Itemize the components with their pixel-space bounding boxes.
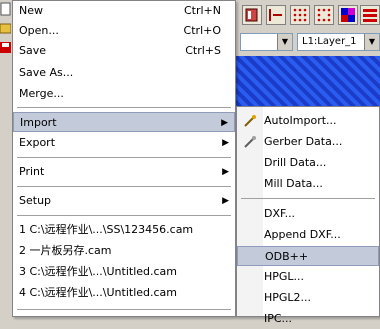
menu-separator	[17, 186, 231, 187]
toolbar-button-3[interactable]	[290, 5, 310, 25]
menu-item-label: Import	[20, 116, 57, 129]
recent-file-2[interactable]: 2 一片板另存.cam	[13, 241, 235, 261]
menu-item-setup[interactable]: Setup ▶	[13, 191, 235, 211]
menu-item-autoimport[interactable]: AutoImport...	[237, 111, 379, 131]
menu-item-shortcut: Ctrl+O	[183, 24, 221, 37]
import-submenu: AutoImport... Gerber Data... Drill Data.…	[236, 106, 380, 325]
menu-item-label: Setup	[19, 194, 52, 207]
layer-select-value: L1:Layer_1	[302, 36, 357, 47]
color-palette-icon	[341, 8, 355, 22]
menu-item-label: DXF...	[264, 207, 296, 220]
menu-item-label: HPGL...	[264, 270, 305, 283]
menu-item-save[interactable]: Save Ctrl+S	[13, 41, 235, 61]
chevron-right-icon: ▶	[222, 167, 229, 177]
magic-wand-icon	[244, 136, 256, 148]
menu-item-label: Mill Data...	[264, 177, 323, 190]
menu-item-label: Drill Data...	[264, 156, 327, 169]
menu-item-odb[interactable]: ODB++	[237, 246, 379, 266]
recent-file-3[interactable]: 3 C:\远程作业\...\Untitled.cam	[13, 262, 235, 282]
menu-item-label: Open...	[19, 24, 59, 37]
menu-item-merge[interactable]: Merge...	[13, 84, 235, 104]
menu-item-label: New	[19, 4, 43, 17]
menu-item-label: Save As...	[19, 66, 74, 79]
menu-item-label: Merge...	[19, 87, 64, 100]
menu-item-print[interactable]: Print ▶	[13, 162, 235, 182]
new-file-icon	[0, 2, 11, 16]
toolbar-button-5[interactable]	[338, 5, 358, 25]
menu-item-label: 1 C:\远程作业\...\SS\123456.cam	[19, 223, 194, 236]
menu-item-mill-data[interactable]: Mill Data...	[237, 174, 379, 194]
menu-item-label: Export	[19, 136, 56, 149]
toolbar-button-2[interactable]	[266, 5, 286, 25]
menu-item-label: IPC...	[264, 312, 293, 325]
menu-item-label: 4 C:\远程作业\...\Untitled.cam	[19, 286, 178, 299]
menu-item-save-as[interactable]: Save As...	[13, 63, 235, 83]
toolbar-button-6[interactable]	[360, 5, 380, 25]
chevron-right-icon: ▶	[222, 196, 229, 206]
menu-item-label: Save	[19, 44, 47, 57]
save-icon	[0, 42, 11, 53]
menu-item-hpgl2[interactable]: HPGL2...	[237, 288, 379, 308]
menu-item-shortcut: Ctrl+S	[185, 44, 221, 57]
menu-item-import[interactable]: Import ▶	[13, 112, 235, 132]
chevron-right-icon: ▶	[221, 118, 228, 128]
menu-item-label: 3 C:\远程作业\...\Untitled.cam	[19, 265, 178, 278]
menu-item-open[interactable]: Open... Ctrl+O	[13, 21, 235, 41]
menu-item-append-dxf[interactable]: Append DXF...	[237, 225, 379, 245]
menu-separator	[17, 107, 231, 108]
menu-item-label: HPGL2...	[264, 291, 312, 304]
recent-file-4[interactable]: 4 C:\远程作业\...\Untitled.cam	[13, 283, 235, 303]
file-menu: New Ctrl+N Open... Ctrl+O Save Ctrl+S Sa…	[12, 0, 236, 317]
menu-separator	[17, 309, 231, 310]
menu-item-gerber-data[interactable]: Gerber Data...	[237, 132, 379, 152]
chevron-down-icon: ▼	[364, 34, 379, 50]
layers-icon	[363, 9, 377, 22]
menu-item-export[interactable]: Export ▶	[13, 133, 235, 153]
toolbar-button-1[interactable]	[242, 5, 262, 25]
chevron-right-icon: ▶	[222, 138, 229, 148]
menu-item-drill-data[interactable]: Drill Data...	[237, 153, 379, 173]
toolbar-combo[interactable]: ▼	[240, 33, 293, 51]
book-icon	[245, 8, 258, 22]
menu-item-label: AutoImport...	[264, 114, 337, 127]
menu-separator	[17, 215, 231, 216]
grid-icon	[293, 8, 307, 22]
menu-item-dxf[interactable]: DXF...	[237, 204, 379, 224]
dot-grid-icon	[317, 8, 331, 22]
layer-select[interactable]: L1:Layer_1 ▼	[297, 33, 380, 51]
menu-item-new[interactable]: New Ctrl+N	[13, 1, 235, 21]
menu-item-label: Append DXF...	[264, 228, 341, 241]
menu-item-hpgl[interactable]: HPGL...	[237, 267, 379, 287]
menu-item-label: 2 一片板另存.cam	[19, 244, 112, 257]
menu-item-ipc[interactable]: IPC...	[237, 309, 379, 329]
open-folder-icon	[0, 23, 11, 34]
toolbar-button-4[interactable]	[314, 5, 334, 25]
menu-separator	[17, 157, 231, 158]
recent-file-1[interactable]: 1 C:\远程作业\...\SS\123456.cam	[13, 220, 235, 240]
left-toolbar	[0, 0, 12, 317]
menu-item-shortcut: Ctrl+N	[183, 4, 221, 17]
menu-item-label: Gerber Data...	[264, 135, 343, 148]
menu-item-label: ODB++	[265, 250, 309, 263]
menu-separator	[241, 198, 375, 199]
snap-icon	[269, 9, 282, 21]
menu-item-label: Print	[19, 165, 45, 178]
chevron-down-icon: ▼	[277, 34, 292, 50]
magic-wand-icon	[244, 115, 256, 127]
